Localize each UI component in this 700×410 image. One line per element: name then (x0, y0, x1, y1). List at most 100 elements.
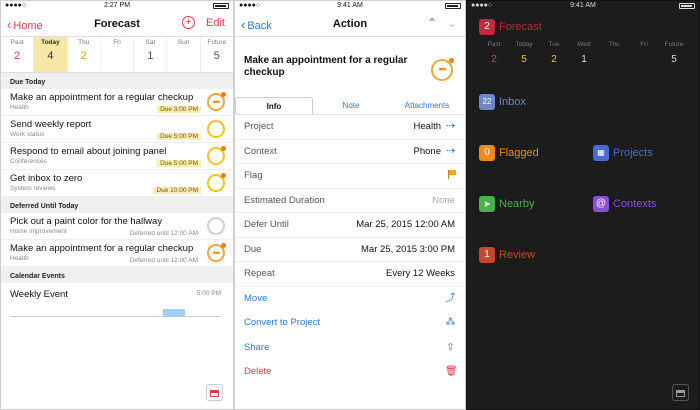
edit-button[interactable]: Edit (206, 17, 225, 29)
action-title[interactable]: Make an appointment for a regular checku… (244, 55, 407, 78)
flag-dot-icon (221, 92, 226, 97)
field-value: Mar 25, 2015 12:00 AM (356, 219, 455, 230)
day-cell[interactable]: Thu (599, 41, 629, 65)
home-screen: ●●●●○ 9:41 AM 2 Forecast Past 2 Today 5 Tue 2… (466, 0, 700, 410)
status-circle-icon[interactable] (207, 173, 226, 192)
field-defer-until[interactable]: Defer Until Mar 25, 2015 12:00 AM (235, 213, 465, 238)
task-row[interactable]: Send weekly report Work status Due 5:00 PM (1, 116, 233, 143)
status-bar: ●●●●○ 9:41 AM (467, 1, 699, 11)
field-project[interactable]: Project Health ⇢ (235, 115, 465, 140)
task-due: Deferred until 12:00 AM (129, 257, 198, 264)
inbox-tray-icon[interactable] (672, 384, 689, 401)
field-label: Defer Until (244, 219, 289, 230)
task-row[interactable]: Make an appointment for a regular checku… (1, 240, 233, 267)
action-screen: ●●●●○ 9:41 AM ‹ Back Action ⌃ ⌄ Make an a… (234, 0, 466, 410)
move-button[interactable]: Move ⤴ (235, 287, 465, 312)
field-context[interactable]: Context Phone ⇢ (235, 140, 465, 164)
task-row[interactable]: Pick out a paint color for the hallway Ho… (1, 213, 233, 240)
day-label: Sun (177, 39, 190, 46)
day-cell[interactable]: Wed 1 (569, 41, 599, 65)
day-cell[interactable]: Future 5 (201, 37, 233, 72)
deferred-list: Pick out a paint color for the hallway Ho… (1, 213, 233, 267)
convert-to-project-button[interactable]: Convert to Project ⁂ (235, 311, 465, 336)
day-count: 2 (551, 54, 557, 65)
day-cell[interactable]: Today 5 (509, 41, 539, 65)
home-item-projects[interactable]: ▦ Projects (593, 144, 653, 162)
status-circle-icon[interactable]: ••• (431, 58, 454, 81)
flag-dot-icon (221, 173, 226, 178)
home-item-inbox[interactable]: 22 Inbox (479, 93, 526, 111)
day-cell[interactable]: Fri (101, 37, 135, 72)
home-item-contexts[interactable]: @ Contexts (593, 195, 656, 213)
action-label: Convert to Project (244, 317, 321, 328)
status-circle-icon[interactable] (207, 120, 225, 138)
ellipsis-icon: ••• (212, 97, 220, 107)
home-item-flagged[interactable]: 0 Flagged (479, 144, 539, 162)
status-bar: ●●●●○ 9:41 AM (235, 1, 465, 11)
event-timeline (10, 309, 221, 317)
add-icon[interactable]: + (182, 16, 195, 29)
field-flag[interactable]: Flag (235, 164, 465, 189)
day-cell[interactable]: Sat 1 (134, 37, 168, 72)
calendar-event-row[interactable]: Weekly Event 5:00 PM (1, 283, 233, 319)
task-row[interactable]: Respond to email about joining panel Conf… (1, 143, 233, 170)
field-value: Phone (413, 145, 441, 157)
day-cell[interactable]: Thu 2 (68, 37, 101, 72)
share-icon: ⇪ (446, 341, 455, 353)
flag-icon[interactable] (448, 170, 456, 179)
day-cell[interactable]: Future 5 (659, 41, 689, 65)
day-cell[interactable]: Past 2 (479, 41, 509, 65)
review-badge: 1 (479, 247, 495, 263)
task-row[interactable]: Make an appointment for a regular checku… (1, 89, 233, 116)
field-value: Mar 25, 2015 3:00 PM (361, 243, 455, 255)
field-due[interactable]: Due Mar 25, 2015 3:00 PM (235, 238, 465, 262)
tab-info[interactable]: Info (235, 97, 313, 114)
inbox-tray-icon[interactable] (206, 384, 223, 401)
page-title: Forecast (94, 18, 140, 30)
action-buttons: Move ⤴ Convert to Project ⁂ Share ⇪ Delete 🗑 (235, 287, 465, 385)
chevron-up-icon[interactable]: ⌃ (427, 16, 437, 30)
chevron-down-icon[interactable]: ⌄ (447, 16, 457, 30)
task-title: Pick out a paint color for the hallway (10, 216, 163, 227)
day-label: Future (207, 39, 227, 46)
status-circle-icon[interactable]: ••• (207, 92, 226, 111)
home-item-nearby[interactable]: ➤ Nearby (479, 195, 534, 213)
delete-button[interactable]: Delete 🗑 (235, 360, 465, 385)
field-estimated-duration[interactable]: Estimated Duration None (235, 189, 465, 213)
detail-tabs: Info Note Attachments (235, 97, 465, 115)
day-cell[interactable]: Fri (629, 41, 659, 65)
event-block (163, 309, 185, 317)
section-header-calendar: Calendar Events (1, 267, 233, 283)
status-circle-icon[interactable] (207, 146, 226, 165)
day-count: 2 (14, 50, 21, 62)
share-button[interactable]: Share ⇪ (235, 336, 465, 361)
trash-icon: 🗑 (445, 366, 458, 377)
signal-icon: ●●●●○ (239, 2, 261, 9)
field-repeat[interactable]: Repeat Every 12 Weeks (235, 262, 465, 287)
at-sign-icon: @ (593, 196, 609, 212)
day-label: Today (515, 41, 533, 48)
day-cell[interactable]: Tue 2 (539, 41, 569, 65)
arrow-right-icon[interactable]: ⇢ (446, 145, 457, 157)
tab-note[interactable]: Note (313, 97, 389, 114)
home-day-strip: Past 2 Today 5 Tue 2 Wed 1 Thu Fri Future 5 (479, 41, 689, 65)
battery-icon (445, 3, 461, 9)
day-cell[interactable]: Past 2 (1, 37, 35, 72)
day-cell[interactable]: Sun (167, 37, 201, 72)
home-item-forecast[interactable]: 2 Forecast (479, 18, 542, 36)
forecast-screen: ●●●●○ 2:27 PM ‹ Home Forecast + Edit Past… (0, 0, 234, 410)
task-row[interactable]: Get inbox to zero System reviews Due 10:00… (1, 170, 233, 197)
status-circle-icon[interactable] (207, 217, 225, 235)
status-time: 9:41 AM (570, 2, 596, 9)
day-cell[interactable]: Today 4 (34, 37, 68, 72)
projects-label: Projects (613, 147, 653, 159)
status-circle-icon[interactable]: ••• (207, 243, 226, 262)
home-item-review[interactable]: 1 Review (479, 246, 535, 264)
info-fields: Project Health ⇢ Context Phone ⇢ Flag Estimated… (235, 115, 465, 287)
arrow-right-icon[interactable]: ⇢ (446, 121, 457, 132)
task-title: Respond to email about joining panel (10, 146, 167, 157)
task-due: Due 5:00 PM (157, 160, 201, 167)
tab-attachments[interactable]: Attachments (389, 97, 465, 114)
task-due: Due 3:00 PM (157, 106, 201, 113)
inbox-badge: 22 (479, 94, 495, 110)
